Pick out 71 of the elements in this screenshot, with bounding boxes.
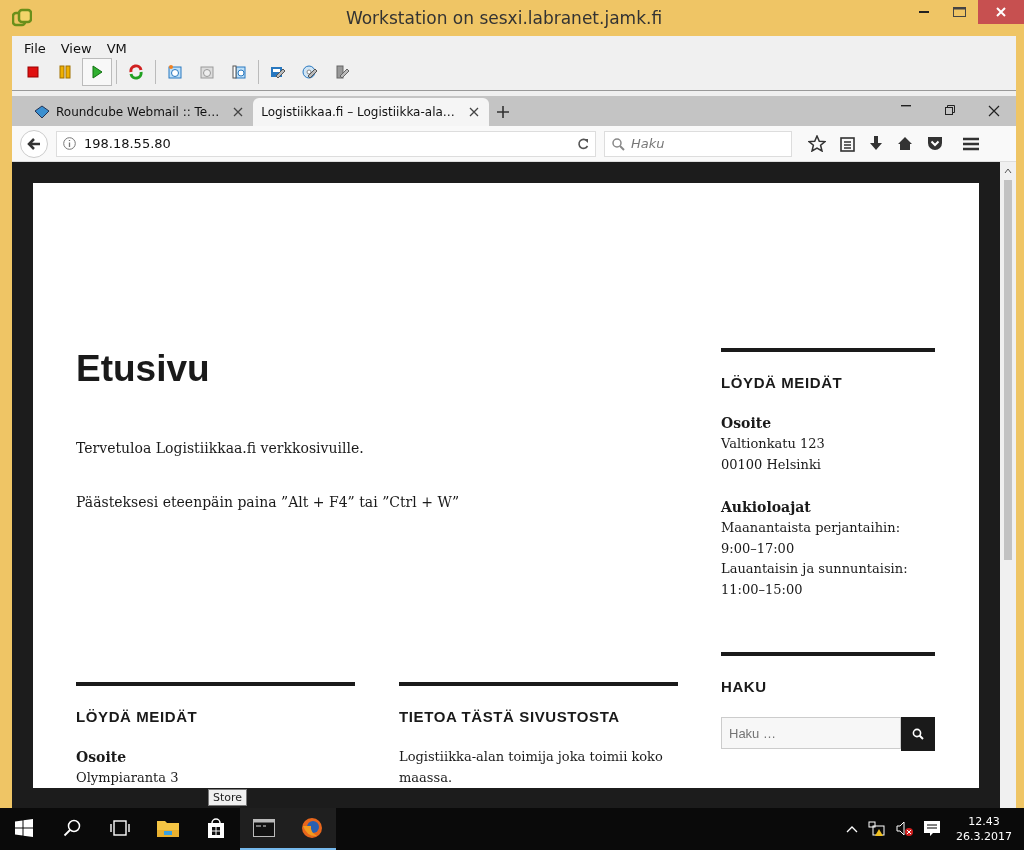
shopping-bag-icon bbox=[206, 818, 226, 838]
widget-heading: HAKU bbox=[721, 678, 768, 695]
widget-text: 9:00–17:00 bbox=[721, 539, 796, 558]
play-icon bbox=[89, 64, 105, 80]
browser-tab[interactable]: Roundcube Webmail :: Te… bbox=[26, 98, 254, 126]
chevron-up-icon[interactable] bbox=[846, 825, 858, 833]
widget-heading: LÖYDÄ MEIDÄT bbox=[76, 708, 199, 725]
notification-icon[interactable] bbox=[924, 821, 940, 837]
disk-wrench-icon bbox=[270, 64, 286, 80]
widget-label: Osoite bbox=[76, 748, 128, 767]
speaker-muted-icon[interactable] bbox=[896, 821, 914, 837]
restart-icon bbox=[128, 64, 144, 80]
close-button[interactable] bbox=[978, 0, 1024, 24]
address-bar[interactable]: 198.18.55.80 bbox=[56, 130, 596, 157]
paragraph: Tervetuloa Logistiikkaa.fi verkkosivuille. bbox=[76, 440, 365, 456]
date: 26.3.2017 bbox=[956, 829, 1012, 844]
search-button[interactable] bbox=[901, 717, 935, 751]
widget-text: Valtionkatu 123 bbox=[721, 435, 826, 453]
widget-heading: TIETOA TÄSTÄ SIVUSTOSTA bbox=[399, 708, 621, 725]
pocket-icon[interactable] bbox=[927, 136, 943, 151]
info-icon[interactable] bbox=[63, 137, 76, 150]
menu-item[interactable]: View bbox=[60, 41, 92, 56]
widget-label: Osoite bbox=[721, 414, 773, 433]
back-arrow-icon bbox=[27, 137, 41, 150]
download-icon[interactable] bbox=[869, 135, 883, 152]
app-icon bbox=[12, 8, 32, 28]
plug-wrench-icon bbox=[334, 64, 350, 80]
widget-text: 11:00–15:00 bbox=[721, 580, 804, 599]
task-view-icon bbox=[110, 820, 130, 836]
window-title: Workstation on sesxi.labranet.jamk.fi bbox=[344, 8, 663, 28]
widget-text: Logistiikka-alan toimija joka toimii koko maassa. bbox=[399, 748, 664, 787]
widget-text: Olympiaranta 3 bbox=[76, 769, 180, 787]
browser-tab[interactable]: Logistiikkaa.fi – Logistiikka-ala… bbox=[253, 98, 489, 126]
page-title: Etusivu bbox=[76, 348, 211, 390]
pause-icon bbox=[57, 64, 73, 80]
widget-heading: LÖYDÄ MEIDÄT bbox=[721, 374, 844, 391]
scrollbar-thumb[interactable] bbox=[1004, 180, 1012, 560]
scroll-up-icon[interactable] bbox=[1004, 168, 1012, 174]
back-button[interactable] bbox=[20, 129, 48, 158]
disc-wrench-icon bbox=[302, 64, 318, 80]
search-field[interactable]: Haku bbox=[604, 130, 792, 157]
stop-icon bbox=[25, 64, 41, 80]
paragraph: Päästeksesi eteenpäin paina ”Alt + F4” tai ”Ctrl + W” bbox=[76, 494, 461, 510]
clipboard-icon[interactable] bbox=[840, 135, 855, 152]
home-icon[interactable] bbox=[897, 136, 913, 151]
folder-icon bbox=[157, 819, 179, 837]
reload-icon[interactable] bbox=[577, 137, 589, 150]
widget-text: Maanantaista perjantaihin: bbox=[721, 519, 902, 537]
time: 12.43 bbox=[968, 814, 1000, 829]
close-icon bbox=[996, 7, 1006, 17]
close-icon[interactable] bbox=[233, 107, 244, 117]
menu-icon[interactable] bbox=[963, 136, 979, 151]
search-field[interactable]: Haku … bbox=[721, 717, 901, 749]
menu-item[interactable]: VM bbox=[106, 41, 127, 56]
search-icon bbox=[63, 819, 81, 837]
menu-item[interactable]: File bbox=[24, 41, 46, 56]
minimize-icon bbox=[919, 10, 929, 14]
clock[interactable]: 12.43 26.3.2017 bbox=[956, 814, 1012, 844]
toolbar-button[interactable] bbox=[82, 58, 112, 86]
tooltip: Store bbox=[208, 789, 248, 806]
maximize-icon bbox=[953, 7, 967, 17]
network-warning-icon[interactable] bbox=[868, 821, 886, 837]
widget-text: 00100 Helsinki bbox=[721, 455, 822, 474]
terminal-icon bbox=[253, 819, 275, 837]
firefox-icon bbox=[301, 817, 323, 839]
star-icon[interactable] bbox=[808, 135, 826, 152]
widget-label: Aukioloajat bbox=[721, 498, 812, 517]
close-icon[interactable] bbox=[468, 107, 479, 117]
widget-text: Lauantaisin ja sunnuntaisin: bbox=[721, 560, 909, 578]
search-icon bbox=[912, 728, 924, 740]
windows-icon bbox=[15, 819, 33, 837]
